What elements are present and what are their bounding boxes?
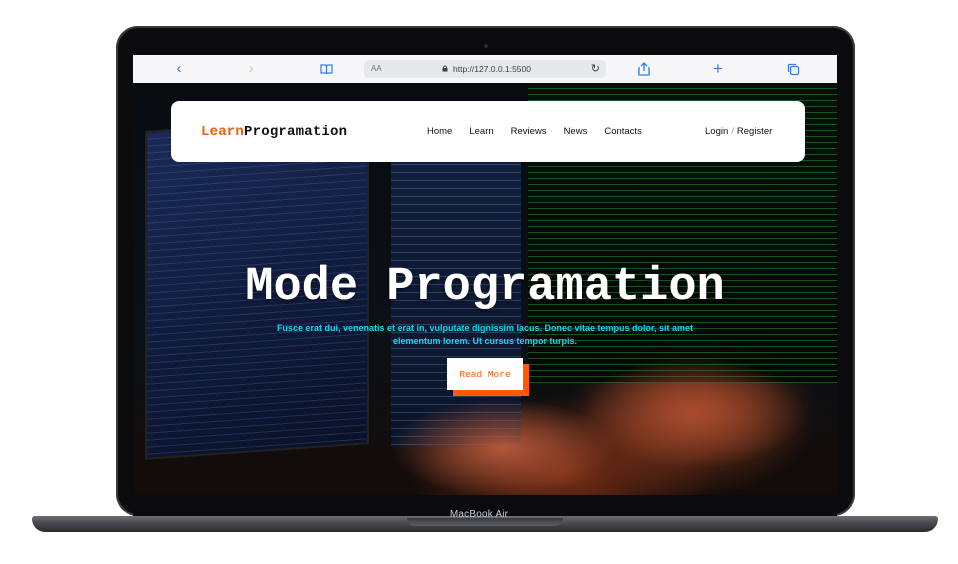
text-size-button[interactable]: AA xyxy=(371,64,382,73)
register-link[interactable]: Register xyxy=(737,126,772,137)
share-icon[interactable] xyxy=(636,61,652,77)
background-hands xyxy=(363,353,837,495)
url-text: http://127.0.0.1:5500 xyxy=(453,64,531,74)
hero-title: Mode Programation xyxy=(245,261,725,314)
auth-links: Login / Register xyxy=(705,126,772,137)
chevron-left-icon[interactable]: ‹ xyxy=(171,61,187,77)
device-label: MacBook Air xyxy=(449,509,509,520)
nav-link-learn[interactable]: Learn xyxy=(469,126,493,137)
login-link[interactable]: Login xyxy=(705,126,728,137)
nav-link-contacts[interactable]: Contacts xyxy=(604,126,642,137)
nav-link-news[interactable]: News xyxy=(564,126,588,137)
nav-link-reviews[interactable]: Reviews xyxy=(511,126,547,137)
read-more-button[interactable]: Read More xyxy=(447,358,523,390)
auth-separator: / xyxy=(731,126,734,137)
nav-link-home[interactable]: Home xyxy=(427,126,452,137)
plus-icon[interactable]: + xyxy=(710,60,726,77)
browser-toolbar: ‹ › AA http://127.0.0.1:5500 ↻ + xyxy=(133,55,837,84)
site-navbar: LearnProgramation Home Learn Reviews New… xyxy=(171,101,805,162)
logo-part-learn: Learn xyxy=(201,124,245,140)
lock-icon xyxy=(442,64,448,72)
logo-part-programation: Programation xyxy=(244,124,348,140)
tabs-icon[interactable] xyxy=(785,61,801,77)
camera-dot xyxy=(484,44,488,48)
reload-icon[interactable]: ↻ xyxy=(591,62,600,75)
url-field[interactable]: AA http://127.0.0.1:5500 ↻ xyxy=(364,60,606,78)
nav-links: Home Learn Reviews News Contacts xyxy=(427,126,662,137)
hero-subtitle: Fusce erat dui, venenatis et erat in, vu… xyxy=(276,323,694,346)
book-icon[interactable] xyxy=(318,61,334,77)
laptop-screen: ‹ › AA http://127.0.0.1:5500 ↻ + LearnPr… xyxy=(133,55,837,495)
chevron-right-icon[interactable]: › xyxy=(243,61,259,77)
site-logo[interactable]: LearnProgramation xyxy=(201,124,347,140)
